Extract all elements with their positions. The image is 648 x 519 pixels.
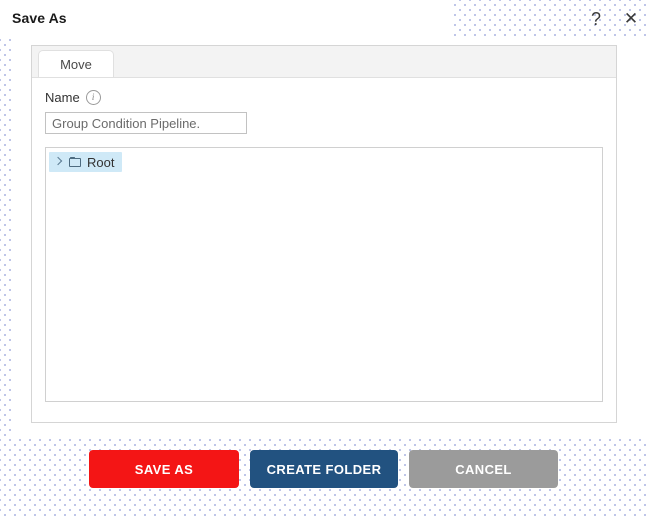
page-title: Save As <box>12 10 67 26</box>
panel-content: Name i Root <box>32 78 616 415</box>
close-icon[interactable]: ✕ <box>618 6 644 32</box>
dialog-body: Move Name i Root SAVE AS CREATE FOLDER C… <box>0 38 648 519</box>
tree-item-label: Root <box>87 154 115 170</box>
tree-item-root[interactable]: Root <box>49 152 123 172</box>
folder-tree[interactable]: Root <box>45 147 603 402</box>
tab-move-label: Move <box>60 56 92 72</box>
folder-icon <box>69 156 82 168</box>
tab-move[interactable]: Move <box>38 50 114 77</box>
name-input[interactable] <box>45 112 247 134</box>
move-panel: Move Name i Root <box>31 45 617 423</box>
save-as-button[interactable]: SAVE AS <box>89 450 239 488</box>
title-bar-background <box>0 0 452 38</box>
name-label: Name <box>45 90 80 105</box>
dialog-title-bar: Save As ? ✕ <box>0 0 648 38</box>
name-field-label-row: Name i <box>45 90 603 105</box>
help-icon[interactable]: ? <box>583 6 609 32</box>
cancel-button[interactable]: CANCEL <box>409 450 558 488</box>
dialog-action-bar: SAVE AS CREATE FOLDER CANCEL <box>0 450 648 510</box>
create-folder-button[interactable]: CREATE FOLDER <box>250 450 398 488</box>
chevron-right-icon[interactable] <box>54 155 64 169</box>
info-icon[interactable]: i <box>85 90 101 105</box>
tab-strip: Move <box>32 46 616 78</box>
